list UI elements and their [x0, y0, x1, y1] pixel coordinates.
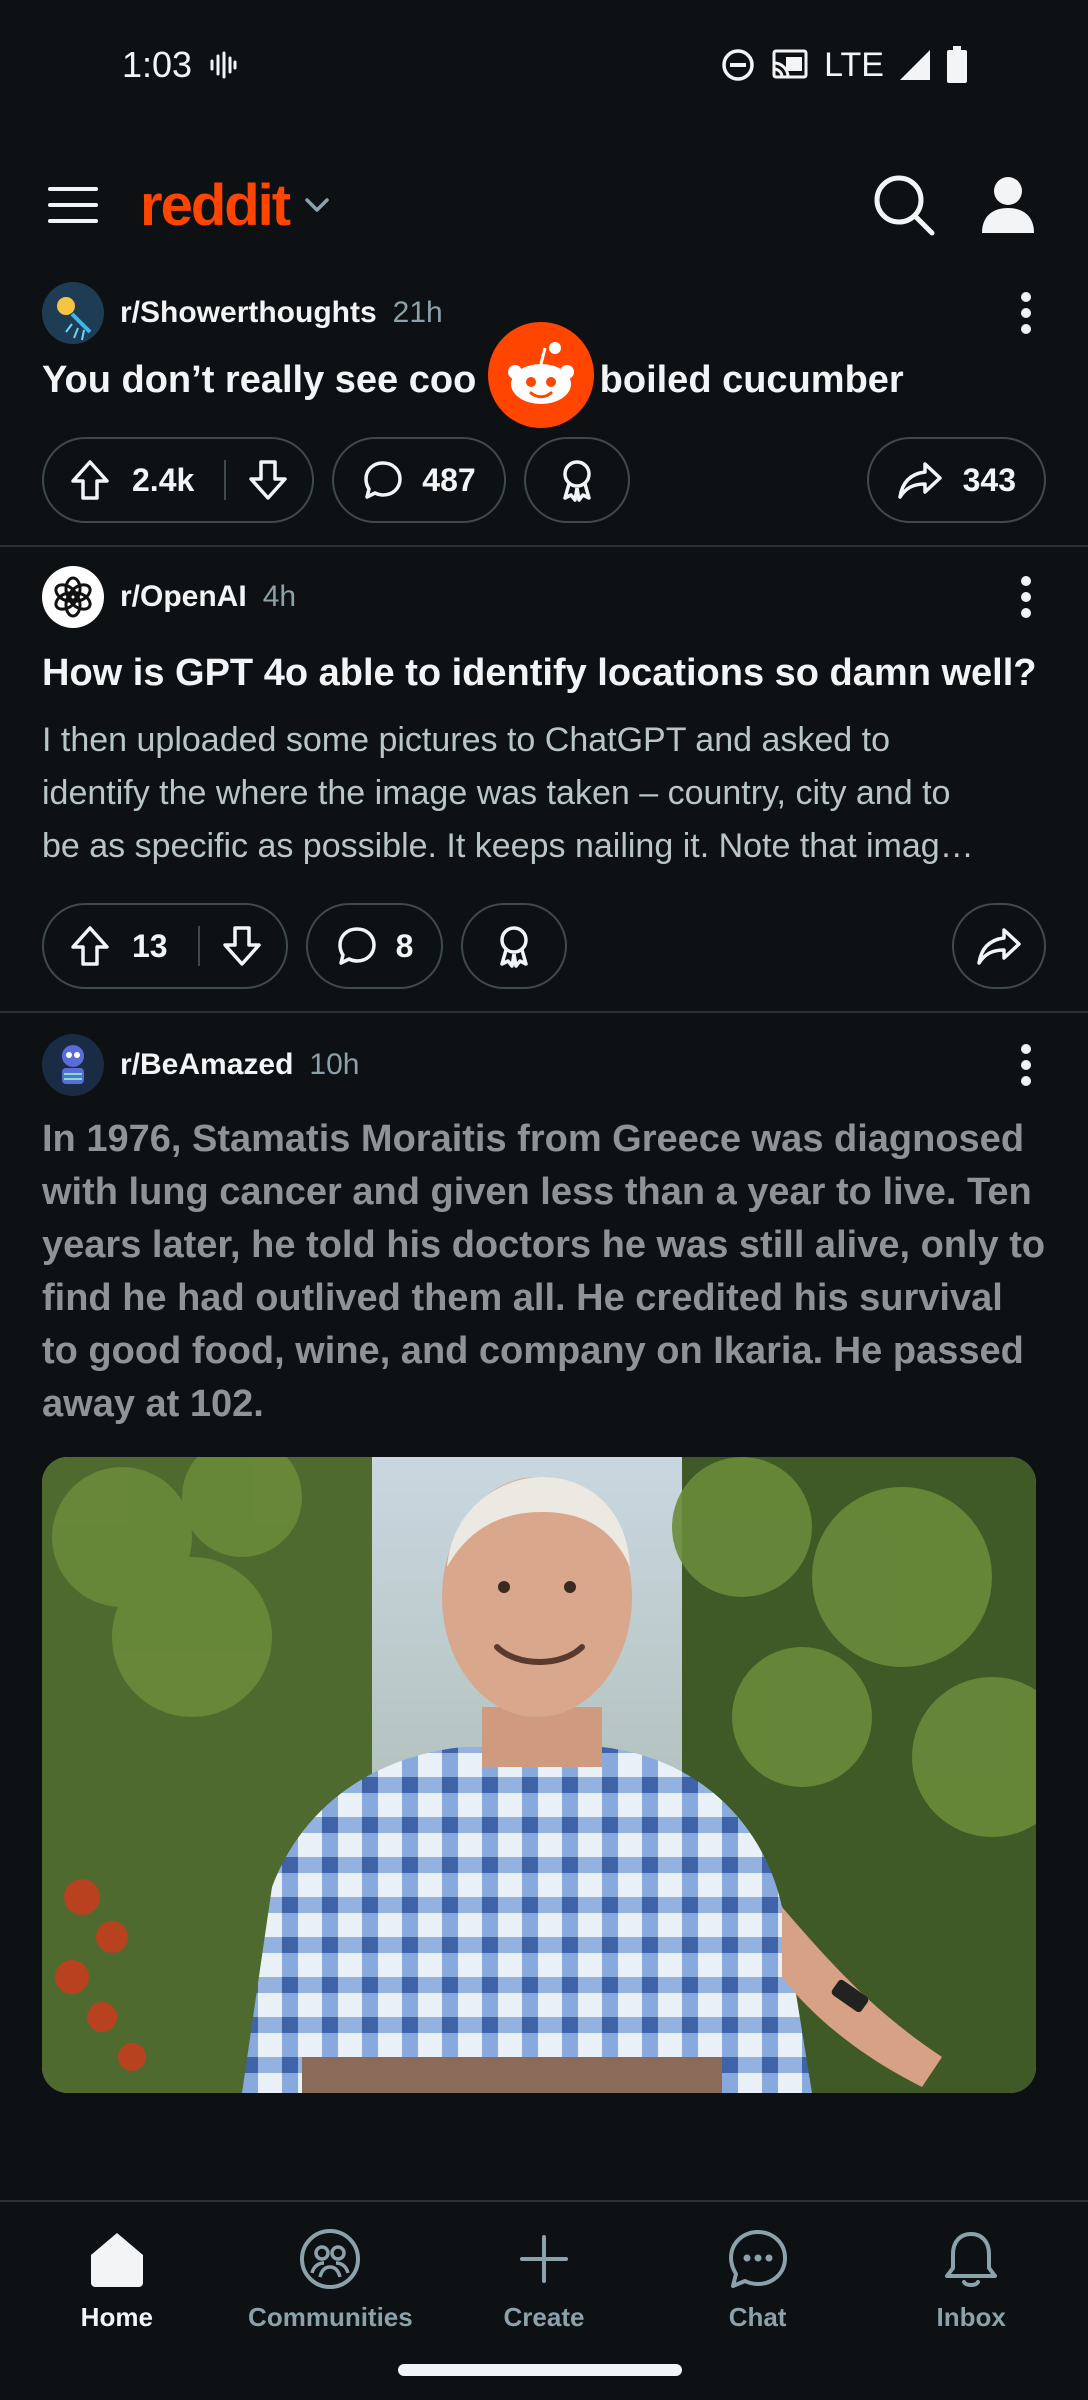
post-age: 21h: [392, 296, 443, 329]
vibrate-icon: [210, 51, 237, 79]
nav-chat[interactable]: Chat: [651, 2202, 865, 2400]
award-icon: [500, 926, 529, 968]
subreddit-avatar[interactable]: [42, 1034, 104, 1096]
more-options-icon[interactable]: [1006, 567, 1046, 627]
post-body-line: be as specific as possible. It keeps nai…: [42, 827, 974, 865]
downvote-icon[interactable]: [222, 925, 262, 967]
app-header: reddit: [0, 140, 1088, 270]
post-age: 10h: [309, 1048, 360, 1081]
post-title-start: You don’t really see coo: [42, 359, 477, 401]
post-body-line: I then uploaded some pictures to ChatGPT…: [42, 721, 891, 759]
home-indicator[interactable]: [398, 2364, 682, 2376]
comment-count: 487: [422, 461, 476, 498]
subreddit-avatar[interactable]: [42, 566, 104, 628]
post-title[interactable]: In 1976, Stamatis Moraitis from Greece w…: [42, 1113, 1046, 1431]
post-age: 4h: [262, 580, 297, 613]
do-not-disturb-icon: [722, 49, 754, 81]
cast-icon: [772, 49, 808, 79]
subreddit-name[interactable]: r/OpenAI: [120, 580, 247, 614]
share-button[interactable]: 343: [866, 437, 1046, 523]
post-image[interactable]: [42, 1457, 1036, 2093]
home-feed: r/Showerthoughts 21h You don’t really se…: [0, 270, 1088, 2093]
user-profile-icon[interactable]: [968, 165, 1048, 245]
vote-control: 2.4k: [42, 437, 315, 523]
share-count: 343: [962, 461, 1016, 498]
share-icon: [977, 928, 1021, 965]
post-card[interactable]: r/OpenAI 4h How is GPT 4o able to identi…: [0, 547, 1088, 1013]
post-card[interactable]: r/BeAmazed 10h In 1976, Stamatis Moraiti…: [0, 1013, 1088, 2093]
comments-button[interactable]: 8: [305, 903, 444, 989]
status-icons: LTE: [720, 46, 968, 85]
more-options-icon[interactable]: [1006, 1035, 1046, 1095]
hamburger-menu-icon[interactable]: [40, 172, 106, 238]
subreddit-name[interactable]: r/Showerthoughts: [120, 296, 377, 330]
network-type: LTE: [824, 45, 884, 84]
award-button[interactable]: [523, 437, 630, 523]
status-time: 1:03: [122, 44, 238, 86]
share-icon: [897, 462, 942, 499]
post-meta: r/BeAmazed 10h: [42, 1027, 1046, 1103]
post-actions: 13 8: [42, 903, 1046, 989]
communities-icon: [295, 2224, 365, 2294]
feed-selector[interactable]: reddit: [140, 172, 331, 239]
nav-label: Communities: [248, 2302, 413, 2332]
post-photo: [42, 1457, 1036, 2093]
vote-count: 2.4k: [132, 461, 195, 498]
comment-count: 8: [395, 927, 414, 964]
bell-icon: [936, 2224, 1006, 2294]
nav-home[interactable]: Home: [10, 2202, 224, 2400]
home-icon: [82, 2224, 152, 2294]
nav-label: Inbox: [936, 2302, 1006, 2332]
post-meta: r/OpenAI 4h: [42, 559, 1046, 635]
subreddit-name[interactable]: r/BeAmazed: [120, 1048, 293, 1082]
nav-label: Home: [80, 2302, 153, 2332]
more-options-icon[interactable]: [1006, 283, 1046, 343]
nav-inbox[interactable]: Inbox: [864, 2202, 1078, 2400]
chevron-down-icon: [305, 198, 329, 212]
nav-label: Create: [503, 2302, 585, 2332]
comments-button[interactable]: 487: [332, 437, 506, 523]
upvote-icon[interactable]: [70, 925, 110, 967]
upvote-icon[interactable]: [70, 459, 110, 501]
comment-icon: [364, 461, 403, 499]
comment-icon: [337, 927, 376, 965]
award-icon: [562, 460, 591, 502]
post-body-line: identify the where the image was taken –…: [42, 774, 951, 812]
award-button[interactable]: [461, 903, 568, 989]
vote-count: 13: [132, 927, 168, 964]
post-body[interactable]: I then uploaded some pictures to ChatGPT…: [42, 714, 1046, 873]
nav-label: Chat: [728, 2302, 787, 2332]
clock: 1:03: [122, 44, 193, 85]
plus-icon: [509, 2224, 579, 2294]
status-bar: 1:03 LTE: [0, 0, 1088, 130]
post-title[interactable]: How is GPT 4o able to identify locations…: [42, 647, 1046, 700]
post-actions: 2.4k 487 343: [42, 437, 1046, 523]
chat-icon: [723, 2224, 793, 2294]
signal-icon: [900, 50, 930, 80]
downvote-icon[interactable]: [248, 459, 288, 501]
post-title-end: r boiled cucumber: [574, 359, 904, 401]
battery-icon: [947, 46, 967, 83]
reddit-logo: reddit: [140, 172, 291, 238]
subreddit-avatar[interactable]: [42, 282, 104, 344]
search-icon[interactable]: [864, 165, 944, 245]
vote-control: 13: [42, 903, 288, 989]
reddit-snoo-icon[interactable]: [488, 322, 594, 428]
share-button[interactable]: [952, 903, 1046, 989]
